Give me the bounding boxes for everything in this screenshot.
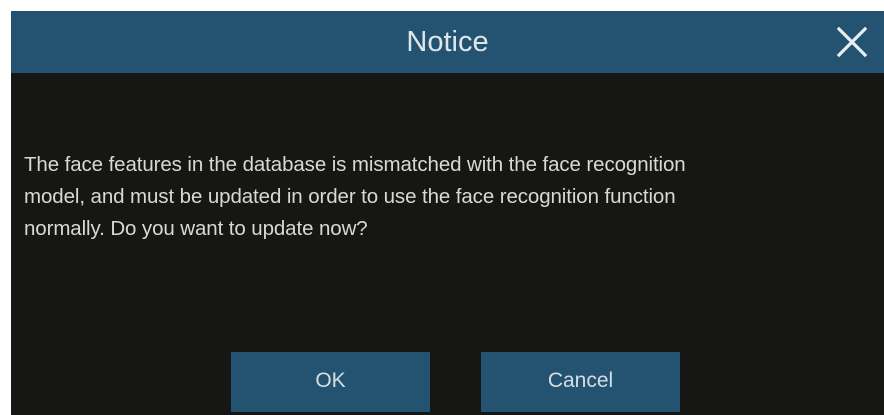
ok-button[interactable]: OK bbox=[231, 352, 430, 412]
cancel-button[interactable]: Cancel bbox=[481, 352, 680, 412]
dialog-titlebar: Notice bbox=[11, 11, 884, 73]
close-button[interactable] bbox=[834, 24, 870, 60]
notice-dialog: Notice The face features in the database… bbox=[11, 11, 884, 415]
close-icon bbox=[836, 26, 868, 58]
dialog-message: The face features in the database is mis… bbox=[24, 153, 686, 240]
dialog-title: Notice bbox=[406, 26, 489, 58]
